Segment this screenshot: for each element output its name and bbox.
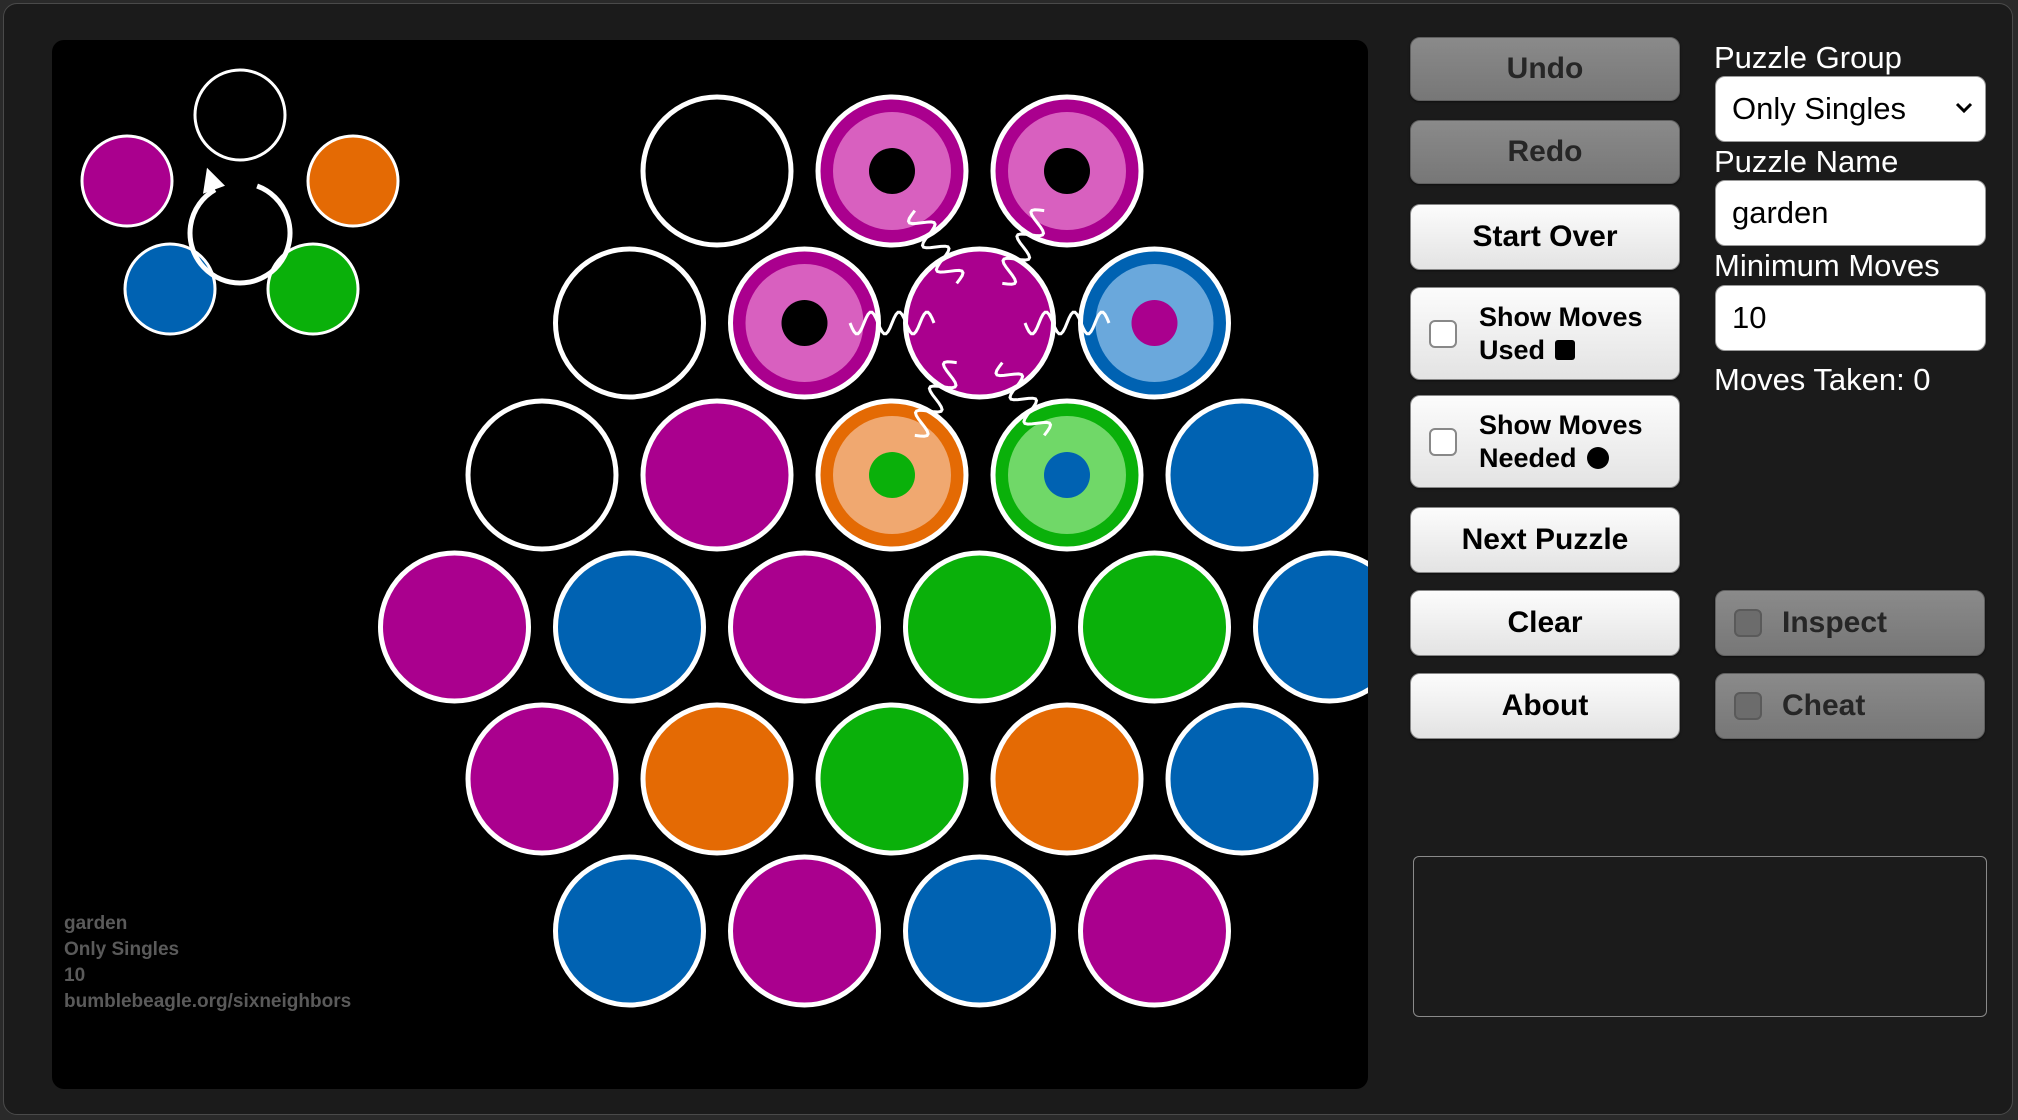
redo-button[interactable]: Redo [1410, 120, 1680, 184]
show-moves-needed-toggle[interactable]: Show Moves Needed [1410, 395, 1680, 488]
hex-cell-r5-c3 [1078, 854, 1231, 1008]
hex-cell-r2-c2-dot [869, 452, 915, 498]
caption-site: bumblebeagle.org/sixneighbors [64, 991, 352, 1012]
show-moves-needed-label-1: Show Moves [1479, 409, 1643, 440]
legend-color-blue [123, 242, 217, 336]
start-over-button[interactable]: Start Over [1410, 204, 1680, 270]
chevron-down-icon [1955, 102, 1973, 114]
app-window: garden Only Singles 10 bumblebeagle.org/… [3, 3, 2013, 1115]
puzzle-name-value: garden [1732, 195, 1829, 230]
hex-cell-r0-c1-dot [869, 148, 915, 194]
game-board[interactable]: garden Only Singles 10 bumblebeagle.org/… [52, 40, 1368, 1089]
hex-cell-r3-c2 [728, 550, 881, 704]
hex-cell-r2-c1 [640, 398, 794, 552]
show-moves-needed-checkbox[interactable] [1429, 427, 1457, 456]
minimum-moves-label: Minimum Moves [1714, 248, 1940, 283]
message-box [1413, 856, 1987, 1017]
show-moves-used-toggle[interactable]: Show Moves Used [1410, 287, 1680, 380]
hex-cell-r1-c1-dot [781, 300, 828, 346]
about-label: About [1501, 689, 1589, 722]
undo-button[interactable]: Undo [1410, 37, 1680, 101]
about-button[interactable]: About [1410, 673, 1680, 739]
hex-cell-r3-c1 [553, 550, 706, 704]
puzzle-group-label: Puzzle Group [1714, 40, 1902, 75]
hex-cell-r5-c0 [553, 854, 706, 1008]
cheat-checkbox[interactable] [1734, 692, 1762, 720]
legend-color-magenta [80, 134, 174, 228]
rotate-arrow-icon [187, 183, 293, 286]
clear-label: Clear [1507, 606, 1583, 639]
show-moves-used-checkbox[interactable] [1429, 319, 1457, 348]
minimum-moves-field[interactable]: 10 [1715, 285, 1986, 351]
inspect-checkbox[interactable] [1734, 609, 1762, 637]
puzzle-name-field[interactable]: garden [1715, 180, 1986, 246]
caption-group: Only Singles [64, 939, 180, 960]
undo-label: Undo [1506, 52, 1584, 85]
hex-cell-r0-c2-dot [1044, 148, 1090, 194]
puzzle-group-select[interactable]: Only Singles [1715, 76, 1986, 142]
start-over-label: Start Over [1472, 220, 1618, 253]
redo-label: Redo [1507, 135, 1583, 168]
next-puzzle-button[interactable]: Next Puzzle [1410, 507, 1680, 573]
hex-cell-r4-c4 [1165, 702, 1319, 856]
hex-cell-r3-c3 [903, 550, 1056, 704]
board-caption: garden Only Singles 10 bumblebeagle.org/… [64, 911, 351, 1015]
cheat-toggle[interactable]: Cheat [1715, 673, 1985, 739]
hex-cell-r3-c4 [1078, 550, 1231, 704]
next-puzzle-label: Next Puzzle [1461, 523, 1629, 556]
hex-cell-r2-c0 [465, 398, 619, 552]
inspect-label: Inspect [1782, 606, 1888, 639]
hex-cell-r4-c0 [465, 702, 619, 856]
puzzle-group-value: Only Singles [1732, 91, 1907, 126]
cheat-label: Cheat [1782, 689, 1866, 722]
hex-cell-r3-c5 [1253, 550, 1368, 704]
show-moves-used-label-1: Show Moves [1479, 301, 1643, 332]
show-moves-needed-label-2: Needed [1479, 442, 1577, 473]
hex-cell-r1-c2 [903, 246, 1056, 400]
hex-cell-r0-c0 [640, 94, 794, 248]
square-marker-icon [1555, 339, 1576, 360]
legend-color-orange [306, 134, 400, 228]
hex-cell-r1-c0 [553, 246, 706, 400]
hex-cell-r5-c2 [903, 854, 1056, 1008]
hex-cell-r2-c4 [1165, 398, 1319, 552]
moves-taken-text: Moves Taken: 0 [1714, 362, 1931, 397]
hex-cell-r2-c3-dot [1044, 452, 1090, 498]
puzzle-name-label: Puzzle Name [1714, 144, 1899, 179]
hex-cell-r5-c1 [728, 854, 881, 1008]
minimum-moves-value: 10 [1732, 300, 1767, 335]
caption-min-moves: 10 [64, 965, 86, 986]
hex-cell-r1-c3-dot [1131, 300, 1178, 346]
hex-cell-r3-c0 [378, 550, 531, 704]
legend-color-black [193, 68, 287, 162]
show-moves-used-label-2: Used [1479, 334, 1546, 365]
dot-marker-icon [1586, 446, 1609, 469]
clear-button[interactable]: Clear [1410, 590, 1680, 656]
hex-cell-r4-c3 [990, 702, 1144, 856]
hex-cell-r4-c1 [640, 702, 794, 856]
hex-cell-r4-c2 [815, 702, 969, 856]
inspect-toggle[interactable]: Inspect [1715, 590, 1985, 656]
caption-puzzle-name: garden [64, 913, 128, 934]
